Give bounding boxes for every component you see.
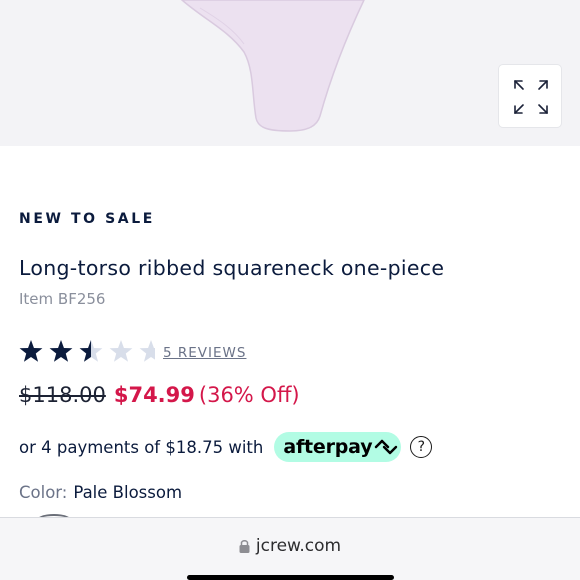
star-empty-icon xyxy=(109,340,133,362)
browser-address-bar[interactable]: jcrew.com xyxy=(0,517,580,580)
installments-text: or 4 payments of $18.75 with xyxy=(19,437,264,457)
sale-badge: NEW TO SALE xyxy=(19,211,155,227)
item-number: Item BF256 xyxy=(19,290,106,308)
lock-icon xyxy=(239,540,250,553)
star-empty-icon xyxy=(139,340,155,362)
star-filled-icon xyxy=(19,340,43,362)
price-row: $118.00 $74.99 (36% Off) xyxy=(19,383,300,407)
color-label: Color: xyxy=(19,483,68,502)
original-price: $118.00 xyxy=(19,383,106,407)
color-row: Color: Pale Blossom xyxy=(19,483,182,502)
afterpay-arrows-icon xyxy=(375,439,398,455)
swimsuit-image xyxy=(180,0,365,132)
expand-image-button[interactable] xyxy=(498,64,562,128)
product-image[interactable] xyxy=(0,0,580,146)
afterpay-badge[interactable]: afterpay xyxy=(274,432,402,462)
star-filled-icon xyxy=(49,340,73,362)
info-circle-icon[interactable]: ? xyxy=(410,436,433,458)
reviews-link[interactable]: 5 REVIEWS xyxy=(163,345,246,361)
afterpay-row: or 4 payments of $18.75 with afterpay ? xyxy=(19,432,433,462)
star-rating xyxy=(19,340,155,362)
expand-arrows-icon xyxy=(514,80,548,114)
sale-price: $74.99 xyxy=(113,383,195,407)
home-indicator[interactable] xyxy=(187,575,394,580)
afterpay-logo-text: afterpay xyxy=(283,436,373,458)
product-title: Long-torso ribbed squareneck one-piece xyxy=(19,256,445,280)
color-value: Pale Blossom xyxy=(73,483,183,502)
url-text: jcrew.com xyxy=(255,536,342,556)
discount-label: (36% Off) xyxy=(198,383,300,407)
